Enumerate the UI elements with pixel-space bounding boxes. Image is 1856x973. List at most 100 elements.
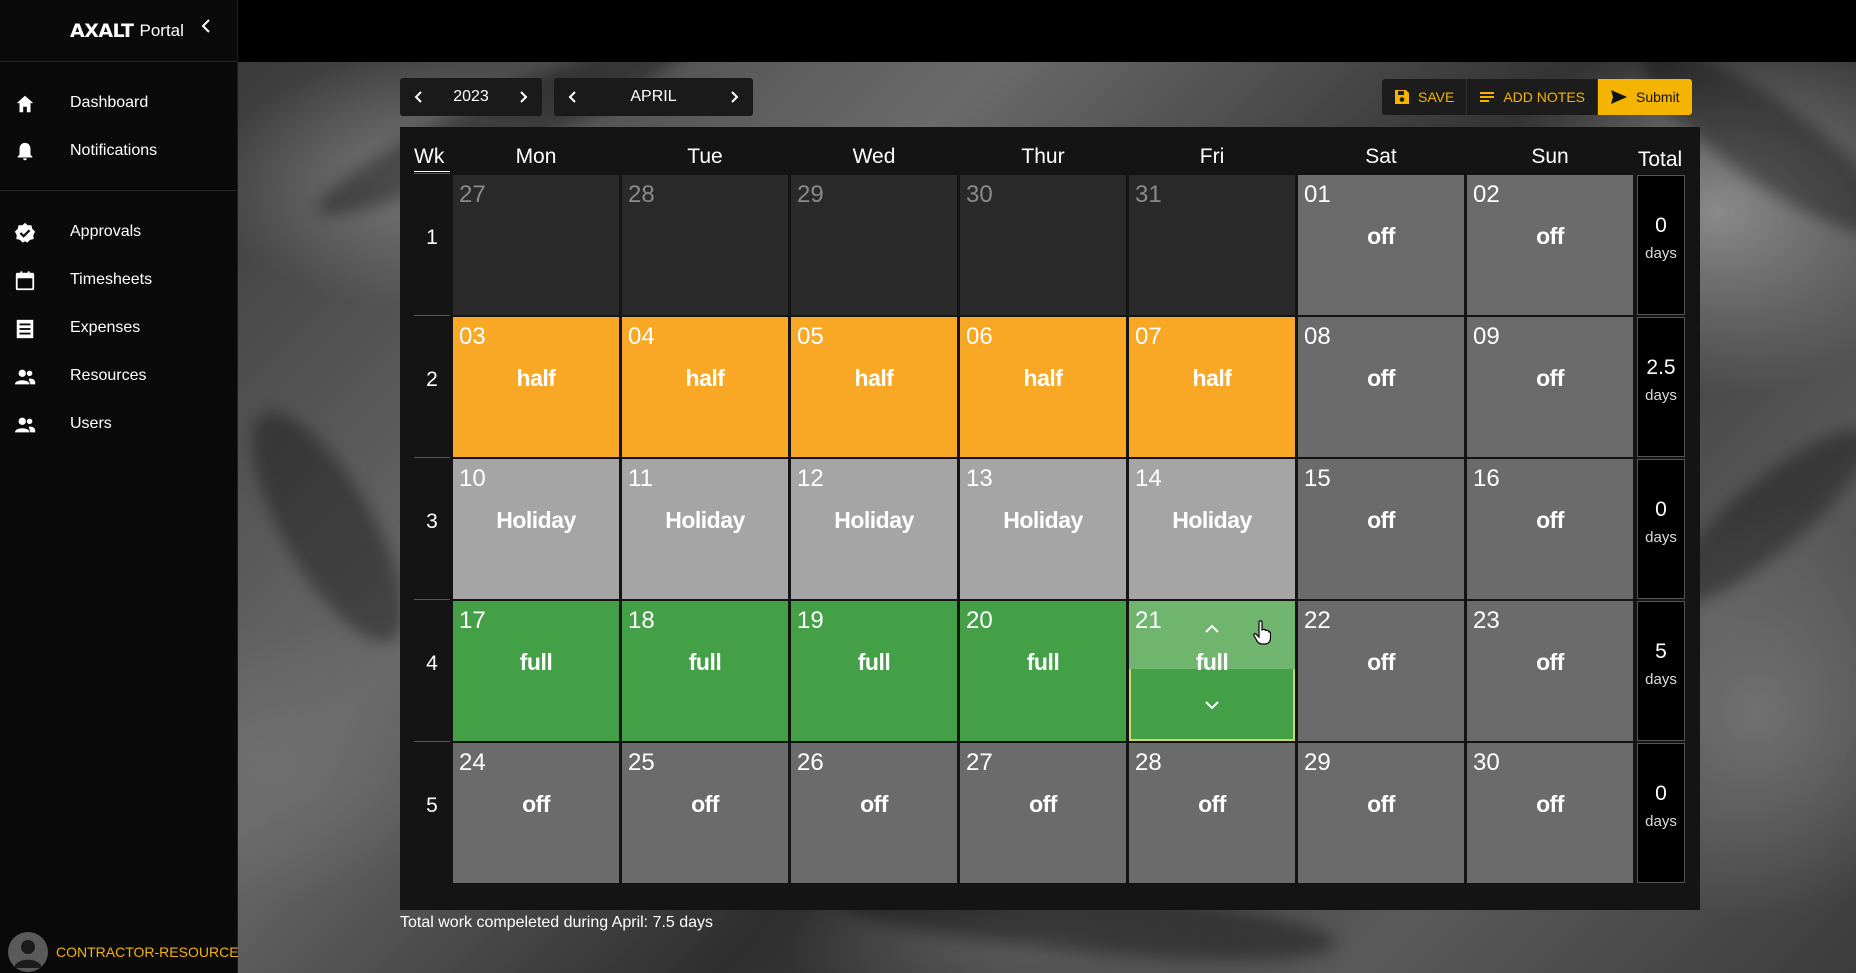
day-status: full	[1026, 649, 1060, 675]
nav-resources[interactable]: Resources	[0, 356, 237, 396]
year-next-button[interactable]	[504, 78, 542, 116]
day-cell-thu[interactable]: 20 full	[960, 601, 1126, 741]
day-number: 31	[1135, 181, 1162, 208]
submit-label: Submit	[1636, 89, 1680, 105]
day-number: 27	[966, 749, 993, 776]
avatar[interactable]	[8, 932, 48, 972]
day-cell-sat[interactable]: 15 off	[1298, 459, 1464, 599]
week-total-value: 0	[1655, 782, 1667, 805]
day-cell-sun[interactable]: 16 off	[1467, 459, 1633, 599]
day-number: 29	[1304, 749, 1331, 776]
day-cell-sun[interactable]: 09 off	[1467, 317, 1633, 457]
check-badge-icon	[14, 222, 36, 243]
receipt-icon	[16, 319, 34, 339]
home-icon	[16, 95, 34, 113]
nav-approvals[interactable]: Approvals	[0, 212, 237, 252]
day-cell-mon[interactable]: 24 off	[453, 743, 619, 883]
nav-label: Notifications	[70, 142, 158, 159]
day-number: 04	[628, 323, 655, 350]
day-status: half	[685, 365, 725, 391]
day-cell-sat[interactable]: 29 off	[1298, 743, 1464, 883]
day-status: off	[1536, 223, 1564, 249]
day-number: 30	[1473, 749, 1500, 776]
day-cell-mon[interactable]: 17 full	[453, 601, 619, 741]
day-cell-tue[interactable]: 11 Holiday	[622, 459, 788, 599]
bell-icon	[17, 142, 33, 161]
week-total: 0 days	[1637, 175, 1685, 315]
day-status: off	[691, 791, 719, 817]
chevron-down-icon[interactable]	[1202, 697, 1222, 713]
chevron-right-icon	[731, 91, 739, 103]
day-cell-tue[interactable]: 25 off	[622, 743, 788, 883]
chevron-up-icon[interactable]	[1202, 621, 1222, 637]
submit-button[interactable]: Submit	[1598, 79, 1692, 115]
people-icon	[14, 417, 36, 433]
day-cell-fri[interactable]: 14 Holiday	[1129, 459, 1295, 599]
day-cell-sat[interactable]: 01 off	[1298, 175, 1464, 315]
day-cell-thu[interactable]: 06 half	[960, 317, 1126, 457]
day-cell-thu[interactable]: 30	[960, 175, 1126, 315]
chevron-left-icon[interactable]	[198, 16, 214, 36]
day-cell-mon[interactable]: 27	[453, 175, 619, 315]
nav-timesheets[interactable]: Timesheets	[0, 260, 237, 300]
day-cell-tue[interactable]: 28	[622, 175, 788, 315]
week-total-value: 0	[1655, 498, 1667, 521]
save-button[interactable]: SAVE	[1382, 79, 1468, 115]
day-cell-sat[interactable]: 22 off	[1298, 601, 1464, 741]
day-cell-thu[interactable]: 13 Holiday	[960, 459, 1126, 599]
month-selector: APRIL	[554, 78, 753, 116]
day-cell-wed[interactable]: 12 Holiday	[791, 459, 957, 599]
day-cell-sat[interactable]: 08 off	[1298, 317, 1464, 457]
action-buttons: SAVE ADD NOTES Submit	[1382, 79, 1692, 115]
day-number: 27	[459, 181, 486, 208]
day-status: off	[1536, 791, 1564, 817]
day-cell-mon[interactable]: 03 half	[453, 317, 619, 457]
week-header: Wk	[414, 145, 450, 172]
brand-logo[interactable]: AXALT Portal	[70, 14, 184, 48]
day-status: off	[1367, 649, 1395, 675]
week-divider	[414, 457, 450, 458]
day-cell-wed[interactable]: 19 full	[791, 601, 957, 741]
add-notes-button[interactable]: ADD NOTES	[1467, 79, 1598, 115]
nav-notifications[interactable]: Notifications	[0, 131, 237, 171]
day-header-sat: Sat	[1365, 145, 1397, 168]
day-cell-fri[interactable]: 31	[1129, 175, 1295, 315]
day-number: 20	[966, 607, 993, 634]
nav-dashboard[interactable]: Dashboard	[0, 83, 237, 123]
day-header-sun: Sun	[1531, 145, 1569, 168]
day-status: off	[1536, 649, 1564, 675]
nav-label: Dashboard	[70, 94, 149, 111]
month-next-button[interactable]	[715, 78, 753, 116]
day-cell-sun[interactable]: 30 off	[1467, 743, 1633, 883]
day-cell-mon[interactable]: 10 Holiday	[453, 459, 619, 599]
day-cell-fri[interactable]: 07 half	[1129, 317, 1295, 457]
day-header-thur: Thur	[1021, 145, 1065, 168]
week-divider	[414, 741, 450, 742]
day-cell-tue[interactable]: 18 full	[622, 601, 788, 741]
day-number: 26	[797, 749, 824, 776]
send-icon	[1611, 90, 1627, 104]
day-cell-wed[interactable]: 29	[791, 175, 957, 315]
chevron-left-icon	[568, 91, 576, 103]
day-number: 01	[1304, 181, 1331, 208]
day-status: off	[1029, 791, 1057, 817]
day-header-wed: Wed	[852, 145, 896, 168]
month-prev-button[interactable]	[554, 78, 592, 116]
year-prev-button[interactable]	[400, 78, 438, 116]
user-profile[interactable]: CONTRACTOR-RESOURCE	[8, 932, 239, 972]
week-total: 5 days	[1637, 601, 1685, 741]
day-cell-tue[interactable]: 04 half	[622, 317, 788, 457]
day-number: 16	[1473, 465, 1500, 492]
day-cell-fri[interactable]: 28 off	[1129, 743, 1295, 883]
day-cell-sun[interactable]: 02 off	[1467, 175, 1633, 315]
week-divider	[414, 315, 450, 316]
day-number: 24	[459, 749, 486, 776]
nav-expenses[interactable]: Expenses	[0, 308, 237, 348]
day-cell-wed[interactable]: 05 half	[791, 317, 957, 457]
day-number: 11	[628, 465, 653, 492]
day-cell-wed[interactable]: 26 off	[791, 743, 957, 883]
nav-users[interactable]: Users	[0, 404, 237, 444]
day-cell-sun[interactable]: 23 off	[1467, 601, 1633, 741]
day-cell-thu[interactable]: 27 off	[960, 743, 1126, 883]
day-status: off	[1198, 791, 1226, 817]
